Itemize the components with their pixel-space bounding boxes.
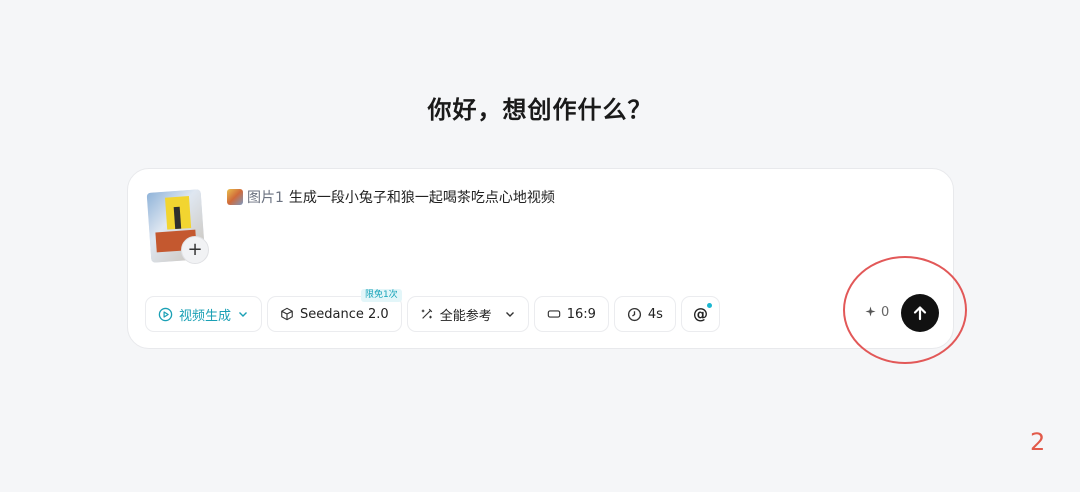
- duration-select[interactable]: 4s: [613, 296, 676, 332]
- notification-dot: [706, 303, 712, 308]
- image-reference-icon: [227, 189, 243, 205]
- magic-wand-icon: [420, 307, 434, 321]
- prompt-composer: + 图片1 生成一段小兔子和狼一起喝茶吃点心地视频 视频生成 Seedance 2…: [127, 168, 954, 349]
- highlight-circle-annotation: [843, 256, 967, 364]
- model-select[interactable]: Seedance 2.0 限免1次: [267, 289, 402, 332]
- image-reference-label: 图片1: [247, 190, 284, 206]
- composer-toolbar: 视频生成 Seedance 2.0 限免1次 全能参考 16:9 4s @: [145, 289, 720, 332]
- video-play-icon: [158, 307, 173, 322]
- model-label: Seedance 2.0: [300, 306, 389, 322]
- reference-mode-select[interactable]: 全能参考: [406, 296, 529, 332]
- page-title: 你好，想创作什么？: [427, 96, 653, 124]
- aspect-ratio-select[interactable]: 16:9: [533, 296, 609, 332]
- clock-icon: [627, 307, 642, 322]
- mention-label: @: [692, 305, 708, 323]
- duration-label: 4s: [647, 306, 663, 322]
- aspect-ratio-label: 16:9: [566, 306, 596, 322]
- chevron-down-icon: [237, 308, 249, 320]
- cube-icon: [280, 307, 294, 321]
- prompt-input[interactable]: 图片1 生成一段小兔子和狼一起喝茶吃点心地视频: [227, 187, 555, 207]
- aspect-ratio-icon: [547, 307, 561, 321]
- step-number-annotation: 2: [1030, 428, 1046, 456]
- add-image-button[interactable]: +: [181, 236, 209, 264]
- mode-select[interactable]: 视频生成: [145, 296, 263, 332]
- free-trial-badge: 限免1次: [360, 289, 402, 302]
- chevron-down-icon: [504, 308, 516, 320]
- mode-label: 视频生成: [179, 308, 232, 324]
- mention-button[interactable]: @: [680, 296, 720, 332]
- prompt-text: 生成一段小兔子和狼一起喝茶吃点心地视频: [288, 190, 555, 206]
- reference-mode-label: 全能参考: [439, 308, 492, 324]
